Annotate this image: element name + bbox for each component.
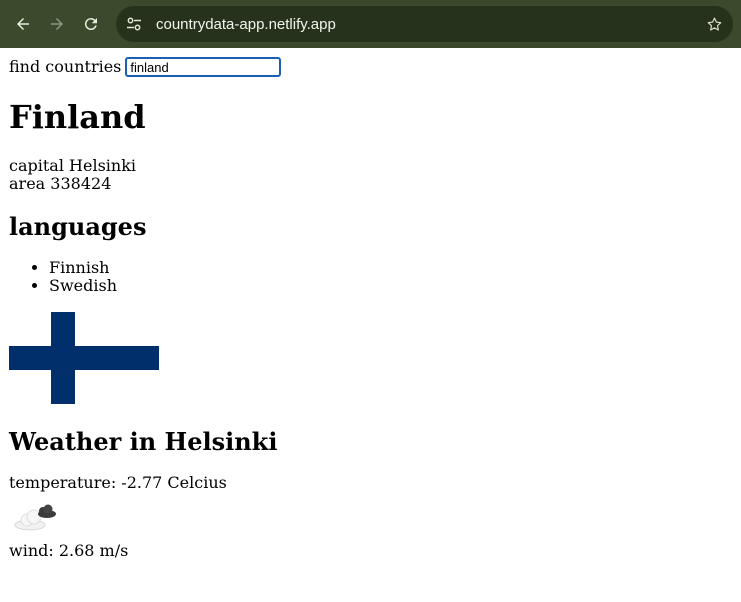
wind-text: wind: 2.68 m/s: [9, 541, 129, 560]
capital-label: capital: [9, 156, 64, 175]
weather-heading: Weather in Helsinki: [9, 427, 278, 456]
search-row: find countries: [9, 57, 732, 77]
url-text[interactable]: countrydata-app.netlify.app: [156, 16, 699, 33]
forward-button[interactable]: [46, 13, 68, 35]
browser-toolbar: countrydata-app.netlify.app: [0, 0, 741, 48]
area-value: 338424: [50, 174, 112, 193]
back-button[interactable]: [12, 13, 34, 35]
country-name: Finland: [9, 98, 146, 136]
flag-cross-horizontal: [9, 346, 159, 370]
cloud-icon: [14, 504, 56, 531]
language-item: Finnish: [49, 259, 732, 277]
area-label: area: [9, 174, 46, 193]
reload-button[interactable]: [80, 13, 102, 35]
temperature-text: temperature: -2.77 Celcius: [9, 473, 227, 492]
arrow-left-icon: [17, 18, 29, 30]
bookmark-button[interactable]: [699, 9, 729, 39]
address-bar[interactable]: countrydata-app.netlify.app: [116, 6, 733, 42]
capital-value: Helsinki: [69, 156, 137, 175]
capital-line: capital Helsinki: [9, 157, 732, 175]
languages-list: Finnish Swedish: [9, 259, 732, 295]
site-info-button[interactable]: [120, 10, 148, 38]
language-item: Swedish: [49, 277, 732, 295]
reload-icon: [84, 18, 97, 31]
flag-image: [9, 312, 159, 404]
search-label: find countries: [9, 57, 122, 76]
arrow-right-icon: [51, 18, 63, 30]
area-line: area 338424: [9, 175, 732, 193]
tune-icon: [127, 17, 141, 31]
languages-heading: languages: [9, 212, 147, 241]
search-input[interactable]: [125, 57, 282, 77]
page-content: find countries Finland capital Helsinki …: [0, 57, 741, 560]
star-icon: [707, 17, 721, 31]
